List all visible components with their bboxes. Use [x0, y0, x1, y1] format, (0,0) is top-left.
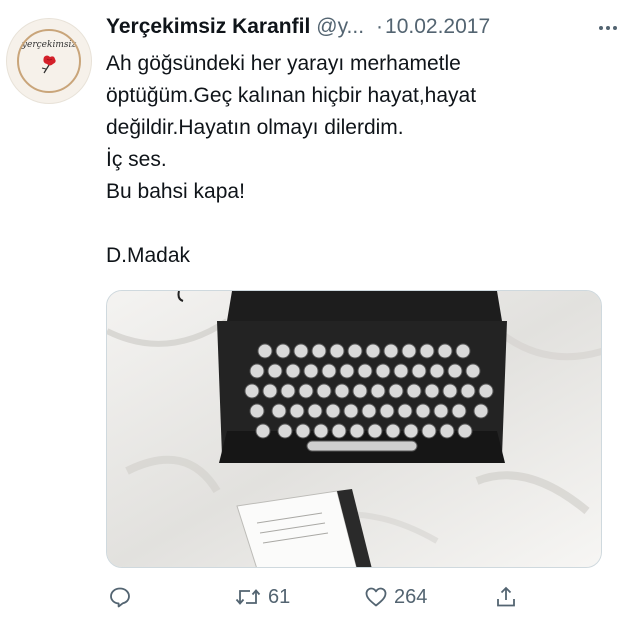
tweet-line: D.Madak	[106, 244, 191, 267]
avatar-ring	[17, 29, 81, 93]
tweet-line: değildir.Hayatın olmayı dilerdim.	[106, 116, 404, 139]
author-name[interactable]: Yerçekimsiz Karanfil	[106, 15, 310, 39]
retweet-count: 61	[268, 585, 291, 608]
tweet-line: Bu bahsi kapa!	[106, 180, 245, 203]
share-icon	[497, 586, 515, 607]
retweet-button[interactable]: 61	[234, 582, 290, 612]
tweet-text: Ah göğsündeki her yarayı merhametle öptü…	[106, 48, 616, 272]
retweet-icon	[235, 589, 261, 605]
more-options-icon[interactable]	[596, 16, 620, 40]
typewriter-photo	[107, 291, 601, 567]
share-button[interactable]	[494, 582, 518, 612]
heart-icon	[365, 587, 387, 607]
separator-dot: ·	[376, 15, 384, 38]
reply-icon	[110, 587, 130, 608]
tweet-line	[106, 208, 616, 240]
tweet-date[interactable]: 10.02.2017	[385, 15, 490, 39]
tweet-line: Ah göğsündeki her yarayı merhametle	[106, 52, 461, 75]
avatar[interactable]: yerçekimsiz	[6, 18, 92, 104]
like-count: 264	[394, 585, 428, 608]
tweet-media-image[interactable]	[106, 290, 602, 568]
tweet-header: Yerçekimsiz Karanfil @y... · 10.02.2017	[106, 12, 620, 42]
tweet-line: öptüğüm.Geç kalınan hiçbir hayat,hayat	[106, 84, 477, 107]
like-button[interactable]: 264	[364, 582, 427, 612]
author-handle[interactable]: @y...	[316, 15, 364, 39]
tweet-actions: 61 264	[106, 582, 526, 612]
tweet-line: İç ses.	[106, 148, 167, 171]
reply-button[interactable]	[108, 582, 132, 612]
